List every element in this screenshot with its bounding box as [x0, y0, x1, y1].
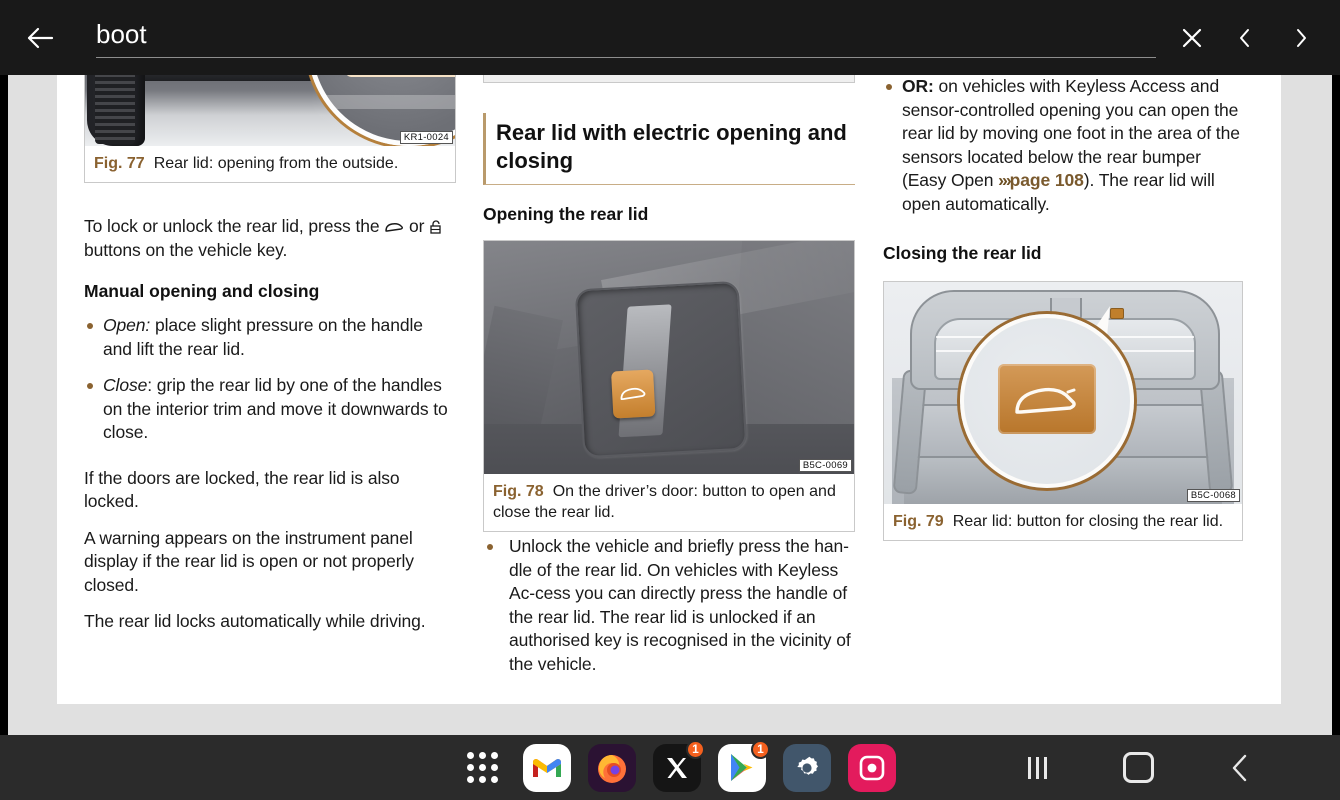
closing-button-orange — [998, 364, 1096, 434]
door-recess-shape — [575, 281, 748, 458]
play-store-icon[interactable]: 1 — [718, 744, 766, 792]
home-button[interactable] — [1103, 735, 1173, 800]
figure-78-caption: Fig. 78On the driver’s door: button to o… — [484, 474, 854, 531]
figure-79-image: B5C-0068 — [884, 282, 1242, 504]
figure-78-caption-text: On the driver’s door: button to open and… — [493, 483, 836, 521]
figure-79: B5C-0068 Fig. 79 Rear lid: button for clo… — [883, 281, 1243, 541]
heading-rear-lid-electric: Rear lid with electric opening and closi… — [483, 113, 855, 185]
play-store-badge: 1 — [751, 740, 770, 759]
bullet-open-text: place slight pressure on the handle and … — [103, 315, 423, 359]
figure-79-code: B5C-0068 — [1187, 489, 1240, 502]
back-button[interactable] — [1205, 735, 1275, 800]
x-badge: 1 — [686, 740, 705, 759]
figure-78-image: B5C-0069 — [484, 241, 854, 474]
close-icon[interactable] — [1172, 18, 1212, 58]
screen-root: 106 KR1 — [0, 0, 1340, 800]
heading-closing-rear-lid: Closing the rear lid — [883, 242, 1241, 265]
p1-part-c: buttons on the vehicle key. — [84, 240, 287, 260]
figure-79-caption-text: Rear lid: button for closing the rear li… — [953, 513, 1223, 530]
instagram-icon[interactable] — [848, 744, 896, 792]
heading-manual-opening: Manual opening and closing — [84, 280, 454, 303]
figure-79-label: Fig. 79 — [893, 513, 944, 530]
search-toolbar — [0, 0, 1340, 75]
bullet-open: Open: place slight pressure on the handl… — [84, 314, 454, 361]
app-drawer-icon[interactable] — [458, 744, 506, 792]
cut-off-box — [483, 75, 855, 83]
bullet-or-strong: OR: — [902, 76, 934, 96]
search-input[interactable] — [96, 14, 1156, 54]
gmail-icon[interactable] — [523, 744, 571, 792]
chevron-right-icon[interactable] — [1281, 18, 1321, 58]
figure-77-caption-text: Rear lid: opening from the outside. — [154, 155, 399, 172]
figure-78: B5C-0069 Fig. 78On the driver’s door: bu… — [483, 240, 855, 532]
boot-key-icon — [384, 216, 404, 236]
p1-part-a: To lock or unlock the rear lid, press th… — [84, 216, 384, 236]
paragraph-warning: A warning appears on the instrument pane… — [84, 527, 454, 598]
bullet-or-keyless: OR: on vehicles with Keyless Access and … — [883, 75, 1241, 216]
bullet-close: Close: grip the rear lid by one of the h… — [84, 374, 454, 445]
chevron-left-icon[interactable] — [1225, 18, 1265, 58]
figure-78-label: Fig. 78 — [493, 483, 544, 500]
p1-part-b: or — [404, 216, 429, 236]
recents-button[interactable] — [1002, 735, 1072, 800]
recents-icon — [1028, 757, 1047, 779]
paragraph-doors-locked: If the doors are locked, the rear lid is… — [84, 467, 454, 514]
handle-highlight — [346, 75, 455, 77]
back-arrow-icon[interactable] — [22, 20, 58, 56]
figure-78-code: B5C-0069 — [799, 459, 852, 472]
figure-77-image: KR1-0024 — [85, 75, 455, 146]
system-taskbar: 1 1 — [0, 735, 1340, 800]
rear-lid-button-orange — [611, 369, 655, 418]
link-chevrons-icon: ››› — [998, 170, 1009, 190]
home-icon — [1123, 752, 1154, 783]
settings-gear-icon[interactable] — [783, 744, 831, 792]
page-link[interactable]: page 108 — [1010, 170, 1084, 190]
figure-77: KR1-0024 Fig. 77 Rear lid: opening from t… — [84, 75, 456, 183]
bullet-close-text: : grip the rear lid by one of the handle… — [103, 375, 448, 442]
search-field-wrapper — [96, 14, 1156, 64]
figure-77-caption: Fig. 77 Rear lid: opening from the outsid… — [85, 146, 455, 182]
firefox-icon[interactable] — [588, 744, 636, 792]
paragraph-lock-unlock: To lock or unlock the rear lid, press th… — [84, 215, 454, 262]
back-chevron-icon — [1229, 753, 1251, 783]
figure-77-label: Fig. 77 — [94, 155, 145, 172]
figure-77-code: KR1-0024 — [400, 131, 453, 144]
figure-79-caption: Fig. 79 Rear lid: button for closing the … — [884, 504, 1242, 540]
document-viewport[interactable]: 106 KR1 — [0, 75, 1340, 735]
callout-circle — [960, 314, 1134, 488]
bullet-open-emphasis: Open: — [103, 315, 150, 335]
x-twitter-icon[interactable]: 1 — [653, 744, 701, 792]
bullet-close-emphasis: Close — [103, 375, 147, 395]
tyre-shape — [87, 75, 145, 146]
unlock-key-icon — [429, 216, 443, 236]
heading-opening-rear-lid: Opening the rear lid — [483, 203, 855, 226]
bullet-unlock-vehicle: Unlock the vehicle and briefly press the… — [483, 535, 855, 676]
paragraph-autolock: The rear lid locks automatically while d… — [84, 610, 454, 634]
search-underline — [96, 57, 1156, 58]
app-dock: 1 1 — [458, 735, 896, 800]
